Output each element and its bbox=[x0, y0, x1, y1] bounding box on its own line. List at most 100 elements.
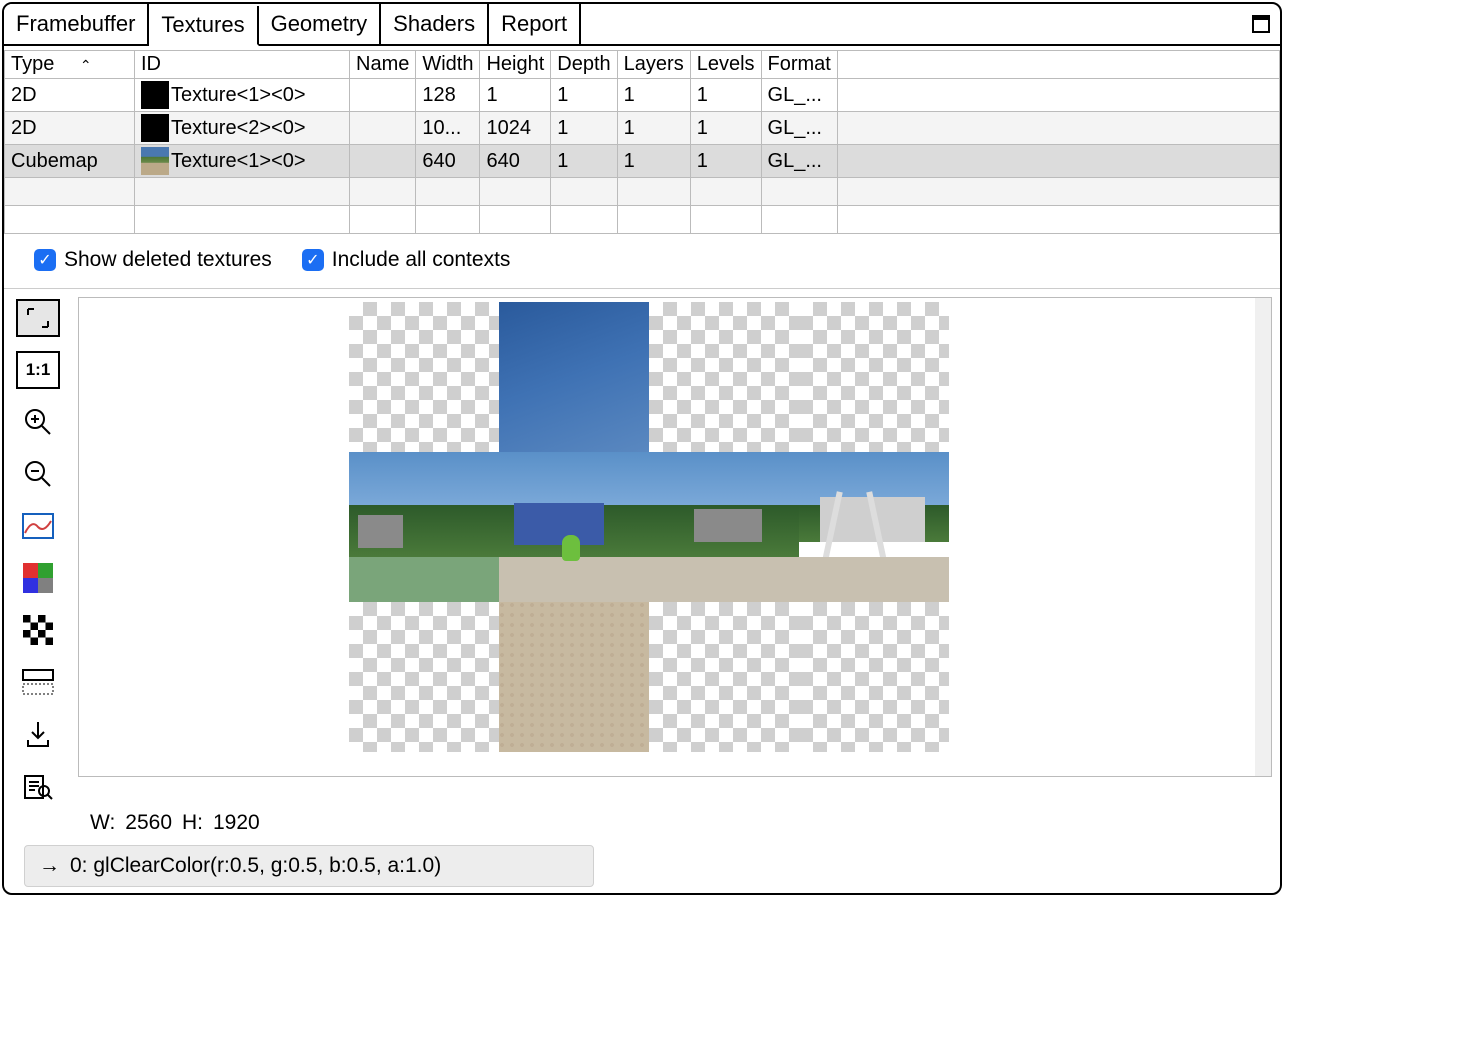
tab-shaders[interactable]: Shaders bbox=[381, 4, 489, 44]
dim-h-label: H: bbox=[182, 811, 203, 835]
table-row[interactable]: 2DTexture<2><0>10...1024111GL_... bbox=[5, 112, 1280, 145]
texture-thumb-icon bbox=[141, 114, 169, 142]
cell-depth: 1 bbox=[551, 112, 617, 145]
col-layers[interactable]: Layers bbox=[617, 51, 690, 79]
table-row-empty bbox=[5, 178, 1280, 206]
cubemap-cross bbox=[349, 302, 949, 752]
col-type-label: Type bbox=[11, 53, 54, 75]
cell-name bbox=[350, 145, 416, 178]
col-name[interactable]: Name bbox=[350, 51, 416, 79]
col-levels[interactable]: Levels bbox=[690, 51, 761, 79]
col-height[interactable]: Height bbox=[480, 51, 551, 79]
col-filler bbox=[837, 51, 1279, 79]
zoom-in-button[interactable] bbox=[16, 403, 60, 441]
preview-dimensions: W: 2560 H: 1920 bbox=[4, 805, 1280, 835]
tab-geometry[interactable]: Geometry bbox=[259, 4, 382, 44]
texture-thumb-icon bbox=[141, 81, 169, 109]
cell-width: 10... bbox=[416, 112, 480, 145]
cubemap-face-top bbox=[499, 302, 649, 452]
dim-w-value: 2560 bbox=[125, 811, 172, 835]
cell-height: 1024 bbox=[480, 112, 551, 145]
cell-id: Texture<1><0> bbox=[135, 79, 350, 112]
include-all-label: Include all contexts bbox=[332, 248, 511, 272]
col-width[interactable]: Width bbox=[416, 51, 480, 79]
status-bar: → 0: glClearColor(r:0.5, g:0.5, b:0.5, a… bbox=[24, 845, 594, 887]
vertical-scrollbar[interactable] bbox=[1255, 298, 1271, 776]
col-id[interactable]: ID bbox=[135, 51, 350, 79]
sort-ascending-icon: ⌃ bbox=[80, 57, 92, 73]
cell-format: GL_... bbox=[761, 112, 837, 145]
cubemap-empty bbox=[349, 602, 499, 752]
cell-type: Cubemap bbox=[5, 145, 135, 178]
col-depth[interactable]: Depth bbox=[551, 51, 617, 79]
zoom-fit-button[interactable] bbox=[16, 299, 60, 337]
tab-textures[interactable]: Textures bbox=[149, 6, 258, 46]
col-format[interactable]: Format bbox=[761, 51, 837, 79]
save-button[interactable] bbox=[16, 715, 60, 753]
texture-table[interactable]: Type ⌃ ID Name Width Height Depth Layers… bbox=[4, 50, 1280, 234]
cell-height: 640 bbox=[480, 145, 551, 178]
cell-width: 128 bbox=[416, 79, 480, 112]
show-deleted-checkbox[interactable]: ✓ Show deleted textures bbox=[34, 248, 272, 272]
cell-format: GL_... bbox=[761, 79, 837, 112]
show-deleted-label: Show deleted textures bbox=[64, 248, 272, 272]
preview-toolbar: 1:1 bbox=[12, 297, 64, 805]
cell-levels: 1 bbox=[690, 145, 761, 178]
table-row-empty bbox=[5, 206, 1280, 234]
cell-filler bbox=[837, 112, 1279, 145]
cell-type: 2D bbox=[5, 112, 135, 145]
table-row[interactable]: 2DTexture<1><0>1281111GL_... bbox=[5, 79, 1280, 112]
inspect-button[interactable] bbox=[16, 767, 60, 805]
cell-layers: 1 bbox=[617, 79, 690, 112]
include-all-contexts-checkbox[interactable]: ✓ Include all contexts bbox=[302, 248, 511, 272]
cell-id: Texture<1><0> bbox=[135, 145, 350, 178]
color-channels-button[interactable] bbox=[16, 559, 60, 597]
table-header-row: Type ⌃ ID Name Width Height Depth Layers… bbox=[5, 51, 1280, 79]
texture-table-wrap: Type ⌃ ID Name Width Height Depth Layers… bbox=[4, 46, 1280, 234]
cubemap-empty bbox=[349, 302, 499, 452]
texture-preview-canvas[interactable] bbox=[78, 297, 1272, 777]
arrow-right-icon: → bbox=[39, 854, 60, 878]
cell-format: GL_... bbox=[761, 145, 837, 178]
checkbox-checked-icon: ✓ bbox=[302, 249, 324, 271]
table-row[interactable]: CubemapTexture<1><0>640640111GL_... bbox=[5, 145, 1280, 178]
status-text: 0: glClearColor(r:0.5, g:0.5, b:0.5, a:1… bbox=[70, 854, 441, 878]
tab-framebuffer[interactable]: Framebuffer bbox=[4, 4, 149, 44]
cell-layers: 1 bbox=[617, 112, 690, 145]
cubemap-empty bbox=[649, 302, 799, 452]
cell-height: 1 bbox=[480, 79, 551, 112]
preview-row: 1:1 bbox=[4, 289, 1280, 805]
cubemap-face-right bbox=[649, 452, 799, 602]
cubemap-face-bottom bbox=[499, 602, 649, 752]
gpu-debugger-panel: Framebuffer Textures Geometry Shaders Re… bbox=[2, 2, 1282, 895]
cell-name bbox=[350, 112, 416, 145]
cell-name bbox=[350, 79, 416, 112]
cubemap-face-front bbox=[499, 452, 649, 602]
dim-w-label: W: bbox=[90, 811, 115, 835]
cell-width: 640 bbox=[416, 145, 480, 178]
cell-depth: 1 bbox=[551, 145, 617, 178]
flip-vertical-button[interactable] bbox=[16, 663, 60, 701]
cell-filler bbox=[837, 79, 1279, 112]
maximize-icon[interactable] bbox=[1242, 4, 1280, 44]
cell-depth: 1 bbox=[551, 79, 617, 112]
checkbox-checked-icon: ✓ bbox=[34, 249, 56, 271]
texture-thumb-icon bbox=[141, 147, 169, 175]
cell-type: 2D bbox=[5, 79, 135, 112]
cell-id: Texture<2><0> bbox=[135, 112, 350, 145]
dim-h-value: 1920 bbox=[213, 811, 260, 835]
cell-filler bbox=[837, 145, 1279, 178]
checker-background-button[interactable] bbox=[16, 611, 60, 649]
cubemap-face-back bbox=[799, 452, 949, 602]
filter-checkboxes: ✓ Show deleted textures ✓ Include all co… bbox=[4, 234, 1280, 289]
cubemap-empty bbox=[799, 602, 949, 752]
tab-spacer bbox=[581, 4, 1242, 44]
col-type[interactable]: Type ⌃ bbox=[5, 51, 135, 79]
histogram-button[interactable] bbox=[16, 507, 60, 545]
zoom-out-button[interactable] bbox=[16, 455, 60, 493]
cubemap-face-left bbox=[349, 452, 499, 602]
tab-report[interactable]: Report bbox=[489, 4, 581, 44]
tab-bar: Framebuffer Textures Geometry Shaders Re… bbox=[4, 4, 1280, 46]
cell-levels: 1 bbox=[690, 79, 761, 112]
actual-size-button[interactable]: 1:1 bbox=[16, 351, 60, 389]
